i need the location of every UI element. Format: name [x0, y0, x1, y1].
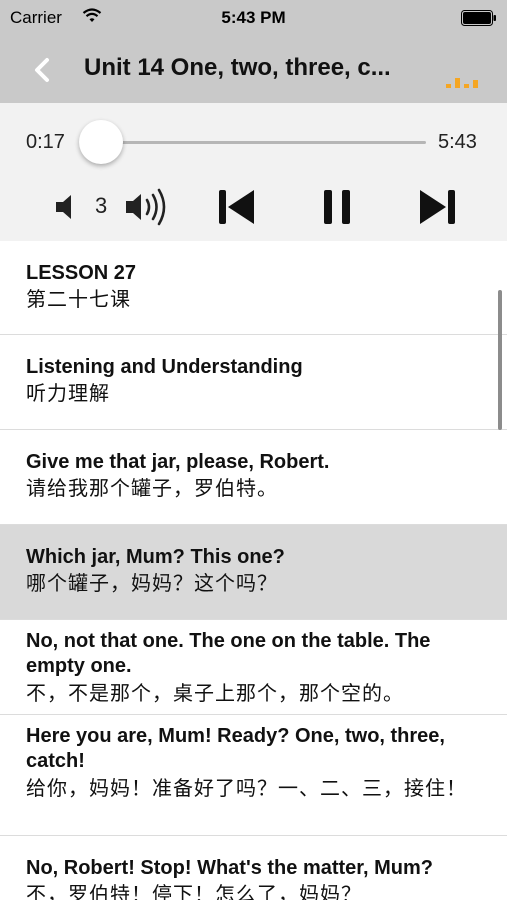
sentence-english: Give me that jar, please, Robert.	[26, 451, 330, 473]
status-time: 5:43 PM	[221, 8, 286, 27]
sentence-english: Here you are, Mum! Ready? One, two, thre…	[26, 725, 445, 772]
lesson-list[interactable]: LESSON 27 第二十七课 Listening and Understand…	[0, 241, 507, 900]
progress-slider-thumb[interactable]	[79, 120, 124, 164]
sentence-english: Listening and Understanding	[26, 356, 303, 378]
sentence-english: LESSON 27	[26, 262, 137, 284]
list-item[interactable]: Give me that jar, please, Robert. 请给我那个罐…	[0, 430, 507, 525]
status-bar: Carrier 5:43 PM	[0, 0, 507, 36]
list-item[interactable]: Here you are, Mum! Ready? One, two, thre…	[0, 715, 507, 836]
list-item-selected[interactable]: Which jar, Mum? This one? 哪个罐子，妈妈？这个吗？	[0, 525, 507, 620]
page-title: Unit 14 One, two, three, c...	[84, 54, 391, 81]
list-item[interactable]: LESSON 27 第二十七课	[0, 241, 507, 335]
sentence-chinese: 不，罗伯特！停下！怎么了，妈妈？	[26, 884, 362, 900]
progress-track[interactable]	[84, 141, 426, 144]
previous-track-icon[interactable]	[216, 187, 258, 227]
back-chevron-icon[interactable]	[30, 56, 54, 84]
nav-bar: Unit 14 One, two, three, c...	[0, 36, 507, 103]
elapsed-time: 0:17	[26, 131, 65, 153]
sentence-english: No, not that one. The one on the table. …	[26, 630, 431, 677]
list-scrollbar[interactable]	[498, 290, 502, 430]
total-duration: 5:43	[438, 131, 477, 153]
volume-down-icon[interactable]	[52, 193, 78, 221]
list-item[interactable]: Listening and Understanding 听力理解	[0, 335, 507, 430]
sentence-chinese: 哪个罐子，妈妈？这个吗？	[26, 573, 278, 595]
sentence-english: No, Robert! Stop! What's the matter, Mum…	[26, 857, 433, 879]
volume-up-icon[interactable]	[124, 187, 172, 227]
sentence-chinese: 给你，妈妈！准备好了吗？一、二、三，接住！	[26, 778, 467, 800]
list-item[interactable]: No, Robert! Stop! What's the matter, Mum…	[0, 836, 507, 900]
audio-player: 0:17 5:43 3	[0, 103, 507, 241]
sentence-chinese: 请给我那个罐子，罗伯特。	[26, 478, 278, 500]
sentence-chinese: 不，不是那个，桌子上那个，那个空的。	[26, 683, 404, 705]
sentence-english: Which jar, Mum? This one?	[26, 546, 285, 568]
sentence-chinese: 第二十七课	[26, 289, 131, 311]
list-item[interactable]: No, not that one. The one on the table. …	[0, 620, 507, 715]
sentence-chinese: 听力理解	[26, 383, 110, 405]
volume-level: 3	[95, 193, 108, 218]
next-track-icon[interactable]	[416, 187, 458, 227]
battery-icon	[461, 10, 496, 26]
equalizer-icon[interactable]	[444, 74, 484, 88]
pause-icon[interactable]	[322, 187, 352, 227]
